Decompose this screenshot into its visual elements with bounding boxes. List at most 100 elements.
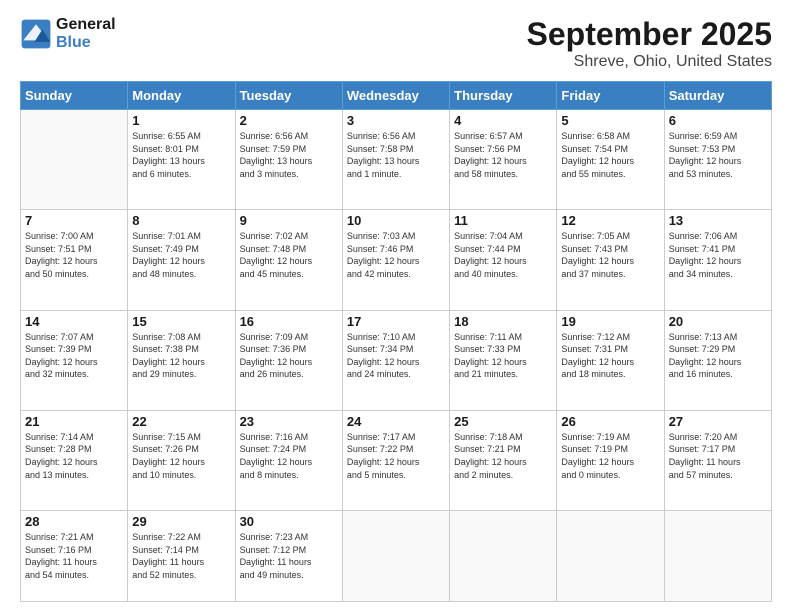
calendar-cell: 8Sunrise: 7:01 AMSunset: 7:49 PMDaylight… <box>128 210 235 310</box>
day-number: 17 <box>347 314 445 329</box>
header-friday: Friday <box>557 82 664 110</box>
logo-text: General Blue <box>56 16 116 52</box>
logo: General Blue <box>20 16 116 52</box>
calendar-cell: 10Sunrise: 7:03 AMSunset: 7:46 PMDayligh… <box>342 210 449 310</box>
day-number: 5 <box>561 113 659 128</box>
day-info: Sunrise: 7:06 AMSunset: 7:41 PMDaylight:… <box>669 230 767 280</box>
calendar-cell: 22 Sunrise: 7:15 AMSunset: 7:26 PMDayligh… <box>128 410 235 510</box>
header-thursday: Thursday <box>450 82 557 110</box>
calendar-cell: 27 Sunrise: 7:20 AMSunset: 7:17 PMDayligh… <box>664 410 771 510</box>
calendar-cell <box>450 511 557 602</box>
day-info: Sunrise: 7:02 AMSunset: 7:48 PMDaylight:… <box>240 230 338 280</box>
day-number: 4 <box>454 113 552 128</box>
day-number: 28 <box>25 514 123 529</box>
day-number: 25 <box>454 414 552 429</box>
main-title: September 2025 <box>527 16 772 53</box>
calendar-cell: 17Sunrise: 7:10 AMSunset: 7:34 PMDayligh… <box>342 310 449 410</box>
calendar-cell: 9 Sunrise: 7:02 AMSunset: 7:48 PMDaylight… <box>235 210 342 310</box>
day-info: Sunrise: 7:23 AMSunset: 7:12 PMDaylight:… <box>240 531 338 581</box>
calendar-week-3: 14 Sunrise: 7:07 AMSunset: 7:39 PMDayligh… <box>21 310 772 410</box>
calendar-cell: 28 Sunrise: 7:21 AMSunset: 7:16 PMDayligh… <box>21 511 128 602</box>
day-number: 14 <box>25 314 123 329</box>
day-info: Sunrise: 7:07 AMSunset: 7:39 PMDaylight:… <box>25 331 123 381</box>
calendar-cell: 29 Sunrise: 7:22 AMSunset: 7:14 PMDayligh… <box>128 511 235 602</box>
calendar-cell: 30 Sunrise: 7:23 AMSunset: 7:12 PMDayligh… <box>235 511 342 602</box>
day-number: 8 <box>132 213 230 228</box>
calendar-week-5: 28 Sunrise: 7:21 AMSunset: 7:16 PMDayligh… <box>21 511 772 602</box>
calendar-cell: 25Sunrise: 7:18 AMSunset: 7:21 PMDayligh… <box>450 410 557 510</box>
day-info: Sunrise: 7:05 AMSunset: 7:43 PMDaylight:… <box>561 230 659 280</box>
day-info: Sunrise: 6:58 AMSunset: 7:54 PMDaylight:… <box>561 130 659 180</box>
calendar-cell: 13 Sunrise: 7:06 AMSunset: 7:41 PMDayligh… <box>664 210 771 310</box>
calendar-cell: 5 Sunrise: 6:58 AMSunset: 7:54 PMDaylight… <box>557 110 664 210</box>
day-number: 22 <box>132 414 230 429</box>
day-info: Sunrise: 6:56 AMSunset: 7:59 PMDaylight:… <box>240 130 338 180</box>
calendar-cell: 23Sunrise: 7:16 AMSunset: 7:24 PMDayligh… <box>235 410 342 510</box>
day-number: 9 <box>240 213 338 228</box>
day-number: 18 <box>454 314 552 329</box>
day-info: Sunrise: 7:20 AMSunset: 7:17 PMDaylight:… <box>669 431 767 481</box>
calendar-cell: 15 Sunrise: 7:08 AMSunset: 7:38 PMDayligh… <box>128 310 235 410</box>
header-monday: Monday <box>128 82 235 110</box>
day-number: 20 <box>669 314 767 329</box>
calendar-cell: 2 Sunrise: 6:56 AMSunset: 7:59 PMDaylight… <box>235 110 342 210</box>
calendar-cell <box>557 511 664 602</box>
day-info: Sunrise: 6:57 AMSunset: 7:56 PMDaylight:… <box>454 130 552 180</box>
header-tuesday: Tuesday <box>235 82 342 110</box>
calendar-cell <box>21 110 128 210</box>
calendar-week-2: 7Sunrise: 7:00 AMSunset: 7:51 PMDaylight… <box>21 210 772 310</box>
day-info: Sunrise: 7:12 AMSunset: 7:31 PMDaylight:… <box>561 331 659 381</box>
day-info: Sunrise: 7:03 AMSunset: 7:46 PMDaylight:… <box>347 230 445 280</box>
day-number: 12 <box>561 213 659 228</box>
calendar-cell: 7Sunrise: 7:00 AMSunset: 7:51 PMDaylight… <box>21 210 128 310</box>
header-wednesday: Wednesday <box>342 82 449 110</box>
logo-icon <box>20 18 52 50</box>
calendar-header-row: Sunday Monday Tuesday Wednesday Thursday… <box>21 82 772 110</box>
day-info: Sunrise: 6:56 AMSunset: 7:58 PMDaylight:… <box>347 130 445 180</box>
calendar-cell: 6 Sunrise: 6:59 AMSunset: 7:53 PMDaylight… <box>664 110 771 210</box>
day-info: Sunrise: 7:22 AMSunset: 7:14 PMDaylight:… <box>132 531 230 581</box>
day-info: Sunrise: 7:13 AMSunset: 7:29 PMDaylight:… <box>669 331 767 381</box>
day-number: 7 <box>25 213 123 228</box>
calendar-cell: 24 Sunrise: 7:17 AMSunset: 7:22 PMDayligh… <box>342 410 449 510</box>
day-number: 27 <box>669 414 767 429</box>
calendar-cell: 18 Sunrise: 7:11 AMSunset: 7:33 PMDayligh… <box>450 310 557 410</box>
day-info: Sunrise: 7:21 AMSunset: 7:16 PMDaylight:… <box>25 531 123 581</box>
day-info: Sunrise: 7:19 AMSunset: 7:19 PMDaylight:… <box>561 431 659 481</box>
day-number: 29 <box>132 514 230 529</box>
day-number: 2 <box>240 113 338 128</box>
day-info: Sunrise: 7:14 AMSunset: 7:28 PMDaylight:… <box>25 431 123 481</box>
day-number: 16 <box>240 314 338 329</box>
calendar-week-1: 1 Sunrise: 6:55 AMSunset: 8:01 PMDaylight… <box>21 110 772 210</box>
day-info: Sunrise: 7:08 AMSunset: 7:38 PMDaylight:… <box>132 331 230 381</box>
calendar-cell: 19 Sunrise: 7:12 AMSunset: 7:31 PMDayligh… <box>557 310 664 410</box>
day-number: 6 <box>669 113 767 128</box>
day-info: Sunrise: 7:04 AMSunset: 7:44 PMDaylight:… <box>454 230 552 280</box>
day-number: 30 <box>240 514 338 529</box>
day-number: 19 <box>561 314 659 329</box>
day-info: Sunrise: 7:17 AMSunset: 7:22 PMDaylight:… <box>347 431 445 481</box>
calendar-cell: 16Sunrise: 7:09 AMSunset: 7:36 PMDayligh… <box>235 310 342 410</box>
calendar-cell: 11 Sunrise: 7:04 AMSunset: 7:44 PMDayligh… <box>450 210 557 310</box>
day-number: 21 <box>25 414 123 429</box>
day-info: Sunrise: 6:59 AMSunset: 7:53 PMDaylight:… <box>669 130 767 180</box>
day-info: Sunrise: 7:11 AMSunset: 7:33 PMDaylight:… <box>454 331 552 381</box>
day-info: Sunrise: 7:16 AMSunset: 7:24 PMDaylight:… <box>240 431 338 481</box>
day-number: 24 <box>347 414 445 429</box>
calendar-cell <box>342 511 449 602</box>
page: General Blue September 2025 Shreve, Ohio… <box>0 0 792 612</box>
title-block: September 2025 Shreve, Ohio, United Stat… <box>527 16 772 71</box>
calendar-cell: 14 Sunrise: 7:07 AMSunset: 7:39 PMDayligh… <box>21 310 128 410</box>
day-info: Sunrise: 7:15 AMSunset: 7:26 PMDaylight:… <box>132 431 230 481</box>
day-number: 15 <box>132 314 230 329</box>
day-info: Sunrise: 6:55 AMSunset: 8:01 PMDaylight:… <box>132 130 230 180</box>
calendar-table: Sunday Monday Tuesday Wednesday Thursday… <box>20 81 772 602</box>
day-number: 11 <box>454 213 552 228</box>
day-number: 13 <box>669 213 767 228</box>
day-number: 1 <box>132 113 230 128</box>
day-number: 3 <box>347 113 445 128</box>
calendar-cell: 12 Sunrise: 7:05 AMSunset: 7:43 PMDayligh… <box>557 210 664 310</box>
calendar-week-4: 21 Sunrise: 7:14 AMSunset: 7:28 PMDayligh… <box>21 410 772 510</box>
subtitle: Shreve, Ohio, United States <box>527 53 772 71</box>
calendar-cell: 3 Sunrise: 6:56 AMSunset: 7:58 PMDaylight… <box>342 110 449 210</box>
